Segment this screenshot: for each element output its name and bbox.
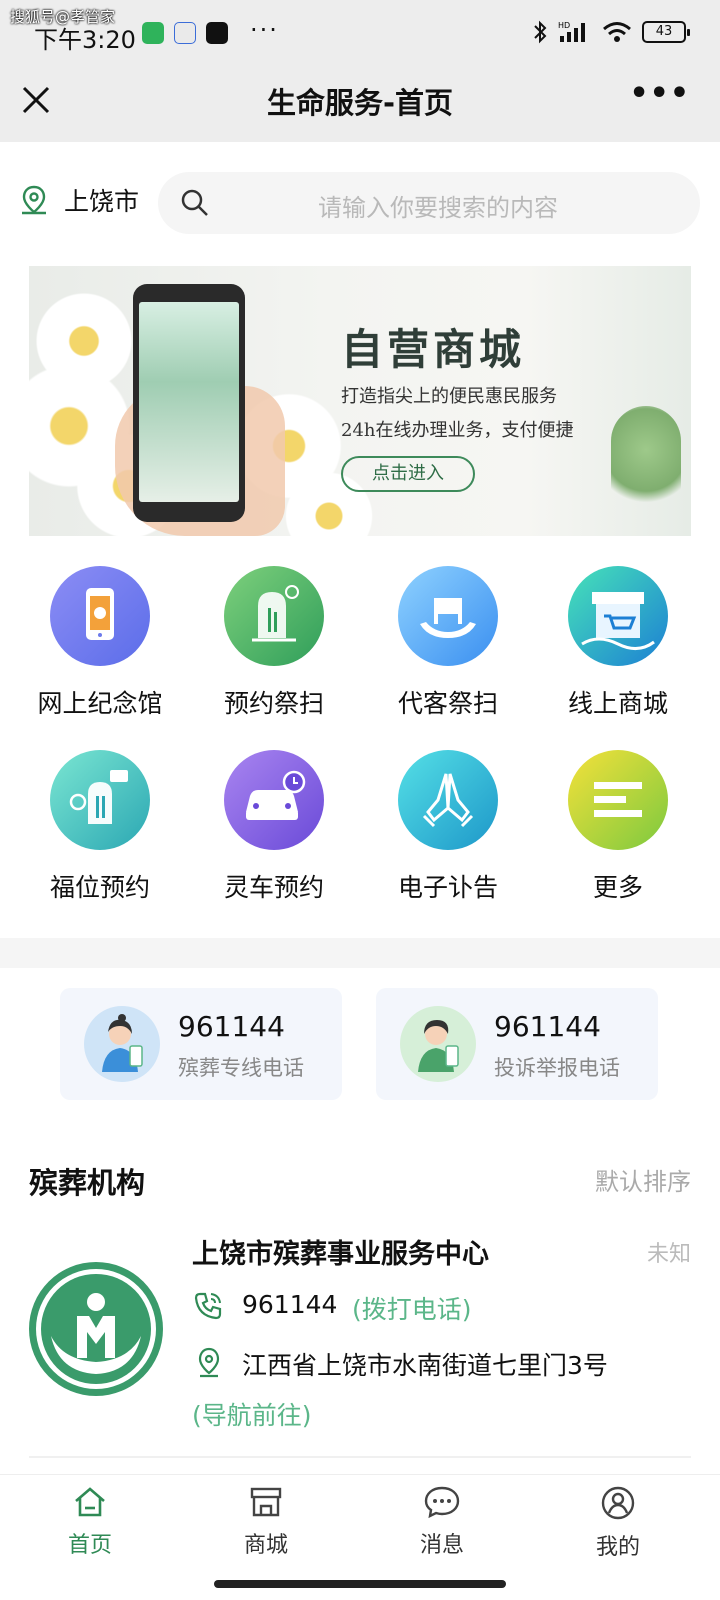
hotline-label: 投诉举报电话 <box>494 1056 620 1080</box>
wifi-icon <box>603 22 631 42</box>
service-e-obituary[interactable]: 电子讣告 <box>358 750 538 904</box>
hotline-complaint[interactable]: 961144 投诉举报电话 <box>376 988 658 1100</box>
service-proxy-sweep[interactable]: 代客祭扫 <box>358 566 538 720</box>
call-link[interactable]: (拨打电话) <box>352 1290 472 1326</box>
location-selector[interactable]: 上饶市 <box>18 182 139 218</box>
service-label: 代客祭扫 <box>397 689 498 718</box>
navigate-link[interactable]: (导航前往) <box>192 1396 312 1432</box>
search-placeholder: 请输入你要搜索的内容 <box>318 194 558 222</box>
banner-title: 自营商城 <box>341 325 526 374</box>
banner-subtitle-1: 打造指尖上的便民惠民服务 <box>341 386 557 407</box>
more-menu-icon <box>568 750 668 850</box>
service-niche-reservation[interactable]: 福位预约 <box>10 750 190 904</box>
more-options-icon[interactable]: ••• <box>629 76 690 111</box>
page-title: 生命服务-首页 <box>266 86 454 120</box>
service-label: 福位预约 <box>49 873 150 902</box>
home-indicator[interactable] <box>214 1580 506 1588</box>
home-icon <box>75 1487 105 1517</box>
battery-indicator: 43 <box>642 21 690 43</box>
proxy-sweep-icon <box>398 566 498 666</box>
phone-icon <box>194 1292 222 1320</box>
location-city: 上饶市 <box>64 187 140 216</box>
customer-service-avatar-icon <box>84 1006 160 1082</box>
status-bar: 搜狐号@孝管家 下午3:20 ··· HD 43 <box>0 0 720 66</box>
tab-label: 消息 <box>419 1533 464 1558</box>
org-phone: 961144 <box>242 1290 338 1319</box>
tab-store[interactable]: 商城 <box>176 1485 356 1559</box>
more-notifications-icon: ··· <box>250 16 279 44</box>
banner-subtitle-2: 24h在线办理业务，支付便捷 <box>341 420 574 441</box>
hotline-number: 961144 <box>178 1010 285 1043</box>
org-address: 江西省上饶市水南街道七里门3号 <box>242 1351 608 1380</box>
location-pin-icon <box>22 185 46 215</box>
location-pin-icon <box>198 1347 220 1378</box>
title-bar: 生命服务-首页 ••• <box>0 66 720 142</box>
phone-mockup-image <box>133 284 245 522</box>
profile-icon <box>601 1486 635 1520</box>
customer-service-avatar-icon <box>400 1006 476 1082</box>
tab-profile[interactable]: 我的 <box>528 1485 708 1561</box>
bluetooth-icon <box>534 20 547 44</box>
praying-hands-icon <box>398 750 498 850</box>
status-time: 下午3:20 <box>34 26 136 54</box>
memorial-phone-icon <box>50 566 150 666</box>
hotline-number: 961144 <box>494 1010 601 1043</box>
store-icon <box>250 1487 282 1517</box>
online-store-icon <box>568 566 668 666</box>
svg-text:HD: HD <box>558 21 570 30</box>
tab-label: 我的 <box>595 1535 640 1560</box>
service-label: 电子讣告 <box>397 873 498 902</box>
hotline-label: 殡葬专线电话 <box>178 1056 304 1080</box>
service-online-store[interactable]: 线上商城 <box>528 566 708 720</box>
tab-messages[interactable]: 消息 <box>352 1485 532 1559</box>
search-icon <box>181 189 208 216</box>
tab-home[interactable]: 首页 <box>0 1485 180 1559</box>
tab-label: 商城 <box>243 1533 288 1558</box>
promo-banner[interactable]: 自营商城 打造指尖上的便民惠民服务 24h在线办理业务，支付便捷 点击进入 <box>29 266 691 536</box>
org-logo-icon <box>29 1262 163 1396</box>
list-divider <box>29 1456 691 1458</box>
niche-reservation-icon <box>50 750 150 850</box>
tiktok-notification-icon <box>206 22 228 44</box>
banner-enter-button[interactable]: 点击进入 <box>341 456 475 492</box>
section-divider <box>0 938 720 968</box>
hotline-funeral[interactable]: 961144 殡葬专线电话 <box>60 988 342 1100</box>
service-book-sweep[interactable]: 预约祭扫 <box>184 566 364 720</box>
service-label: 网上纪念馆 <box>37 689 163 718</box>
plant-image <box>611 406 681 516</box>
service-label: 灵车预约 <box>223 873 324 902</box>
bottom-tab-bar: 首页 商城 消息 我的 <box>0 1474 720 1570</box>
sort-selector[interactable]: 默认排序 <box>595 1162 691 1197</box>
message-icon <box>424 1486 460 1519</box>
signal-icon: HD <box>558 21 585 42</box>
tomb-sweep-icon <box>224 566 324 666</box>
baidu-notification-icon <box>174 22 196 44</box>
service-more[interactable]: 更多 <box>528 750 708 904</box>
app-notification-icon <box>142 22 164 44</box>
service-label: 预约祭扫 <box>223 689 324 718</box>
status-indicators: HD 43 <box>532 20 690 44</box>
org-status: 未知 <box>646 1242 691 1267</box>
org-name[interactable]: 上饶市殡葬事业服务中心 <box>192 1232 489 1271</box>
search-input[interactable]: 请输入你要搜索的内容 <box>158 172 700 234</box>
service-online-memorial[interactable]: 网上纪念馆 <box>10 566 190 720</box>
service-hearse-reservation[interactable]: 灵车预约 <box>184 750 364 904</box>
service-label: 更多 <box>592 873 643 902</box>
section-title: 殡葬机构 <box>29 1166 146 1200</box>
hearse-icon <box>224 750 324 850</box>
tab-label: 首页 <box>67 1533 112 1558</box>
service-label: 线上商城 <box>567 689 668 718</box>
